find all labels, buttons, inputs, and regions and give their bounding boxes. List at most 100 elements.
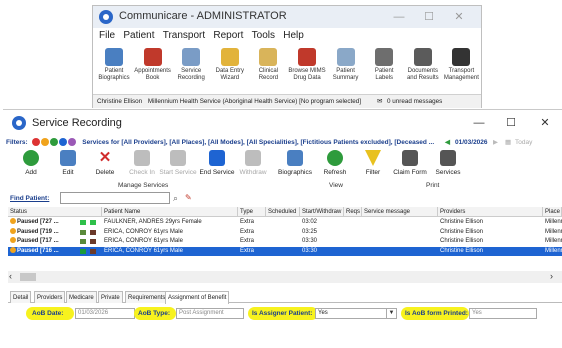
documents-icon (413, 48, 432, 66)
col-providers-cell: Christine Ellison (440, 238, 484, 244)
filter-patients-icon[interactable] (68, 138, 77, 147)
col-providers-header[interactable]: Providers (438, 207, 543, 217)
filter-today[interactable]: Today (515, 137, 532, 149)
car-icon (452, 48, 471, 66)
tab-1[interactable]: Providers (34, 291, 66, 303)
toolbar-button-7[interactable]: Patient Labels (365, 48, 403, 82)
filter-text[interactable]: Services for [All Providers], [All Place… (82, 139, 434, 146)
aob-type-field[interactable]: Post Assignment (176, 308, 244, 319)
table-row[interactable]: Paused [719 ... ERICA, CONROY 61yrs Male E… (8, 227, 562, 237)
aob-date-field[interactable]: 01/03/2026 (75, 308, 135, 319)
toolbar-button-1[interactable]: Appointments Book (134, 48, 172, 82)
minimize-icon[interactable]: — (389, 9, 409, 25)
find-patient-input[interactable] (60, 192, 170, 204)
printed-field[interactable]: Yes (469, 308, 537, 319)
menu-report[interactable]: Report (213, 30, 243, 41)
toolbar-button-9[interactable]: Transport Management (442, 48, 480, 82)
sr-toolbar-11[interactable]: Services (426, 150, 470, 176)
tab-3[interactable]: Private (98, 291, 123, 303)
filter-specialities-icon[interactable] (59, 138, 68, 147)
tab-0[interactable]: Detail (10, 291, 32, 303)
chevron-down-icon[interactable]: ▼ (386, 309, 396, 318)
group-print: Print (426, 182, 440, 189)
table-row[interactable]: Paused [716 ... ERICA, CONROY 61yrs Male E… (8, 246, 562, 256)
maximize-icon[interactable]: ☐ (419, 9, 439, 25)
horizontal-scrollbar[interactable]: ‹ › (8, 271, 562, 283)
sr-toolbar-7[interactable]: Biographics (273, 150, 317, 176)
col-patient-name-header[interactable]: Patient Name (102, 207, 238, 217)
prev-date-icon[interactable]: ◀ (445, 137, 450, 149)
col-start-withdraw-header[interactable]: Start/Withdraw (300, 207, 344, 217)
sr-close-icon[interactable]: ✕ (535, 115, 555, 131)
tab-5[interactable]: Assignment of Benefit (165, 291, 230, 304)
paused-icon (10, 237, 16, 244)
filter-modes-icon[interactable] (50, 138, 59, 147)
delete-icon: ✕ (98, 149, 112, 166)
col-place-header[interactable]: Place at (543, 207, 562, 217)
scroll-right-icon[interactable]: › (550, 271, 553, 281)
tab-2[interactable]: Medicare (66, 291, 97, 303)
clear-icon[interactable]: ✎ (185, 193, 192, 202)
menu-tools[interactable]: Tools (252, 30, 275, 41)
table-row[interactable]: Paused [727 ... FAULKNER, ANDRES 29yrs Fe… (8, 218, 562, 227)
sr-maximize-icon[interactable]: ☐ (501, 115, 521, 131)
col-scheduled-cell (266, 237, 300, 246)
col-reqs-header[interactable]: Reqs (344, 207, 362, 217)
status-unread[interactable]: 0 unread messages (387, 95, 442, 109)
col-service-message-header[interactable]: Service message (362, 207, 438, 217)
service-recording-toolbar: Add Edit ✕ Delete Check In Start Service End S… (3, 150, 562, 186)
filter-date[interactable]: 01/03/2026 (455, 137, 488, 149)
toolbar-button-8[interactable]: Documents and Results (404, 48, 442, 82)
toolbar-button-4[interactable]: Clinical Record (249, 48, 287, 82)
scroll-left-icon[interactable]: ‹ (9, 271, 12, 281)
filter-places-icon[interactable] (41, 138, 50, 147)
toolbar-button-label: Data Entry Wizard (215, 68, 244, 81)
col-type-cell: Extra (240, 219, 255, 225)
search-icon[interactable]: ⌕ (173, 193, 178, 204)
menu-help[interactable]: Help (283, 30, 304, 41)
next-date-icon[interactable]: ▶ (493, 137, 498, 149)
col-service-message-cell (362, 228, 438, 237)
menu-patient[interactable]: Patient (123, 30, 154, 41)
toolbar-button-0[interactable]: Patient Biographics (95, 48, 133, 82)
sr-minimize-icon[interactable]: — (469, 115, 489, 131)
col-type-header[interactable]: Type (238, 207, 266, 217)
tab-4[interactable]: Requirements (125, 291, 169, 303)
toolbar-button-2[interactable]: Service Recording (172, 48, 210, 82)
find-patient-label: Find Patient: (10, 195, 50, 202)
toolbar-button-label: Clinical Record (258, 68, 279, 81)
communicare-menu-bar: File Patient Transport Report Tools Help (93, 30, 481, 44)
col-status-header[interactable]: Status (8, 207, 102, 217)
toolbar-button-6[interactable]: Patient Summary (327, 48, 365, 82)
scroll-thumb[interactable] (20, 273, 36, 281)
paused-icon (10, 246, 16, 253)
aob-type-label: AoB Type: (138, 310, 171, 317)
calendar-icon[interactable]: ▦ (505, 137, 511, 149)
filter-bar: Filters: Services for [All Providers], [… (3, 137, 562, 149)
toolbar-button-5[interactable]: Browse MIMS Drug Data (288, 48, 326, 82)
status-user: Christine Ellison (97, 98, 143, 105)
group-view: View (329, 182, 343, 189)
menu-file[interactable]: File (99, 30, 115, 41)
assigner-select[interactable]: Yes ▼ (315, 308, 397, 319)
row-flag-icon (90, 239, 96, 244)
start-service-icon (170, 150, 186, 166)
col-type-cell: Extra (240, 228, 255, 235)
claim-form-icon (402, 150, 418, 166)
sr-toolbar-label: Biographics (278, 169, 312, 176)
col-start-withdraw-cell: 03:02 (302, 219, 318, 225)
toolbar-button-3[interactable]: Data Entry Wizard (211, 48, 249, 82)
filter-icon (365, 150, 381, 166)
table-row[interactable]: Paused [717 ... ERICA, CONROY 61yrs Male E… (8, 237, 562, 246)
aob-date-label: AoB Date: (32, 310, 64, 317)
col-reqs-cell (344, 218, 362, 227)
biographics-icon (287, 150, 303, 166)
messages-icon[interactable]: ✉ (377, 95, 382, 109)
menu-transport[interactable]: Transport (163, 30, 205, 41)
close-icon[interactable]: ✕ (449, 9, 469, 25)
communicare-title: Communicare - ADMINISTRATOR (119, 10, 287, 22)
row-flag-icon (90, 220, 96, 225)
filter-providers-icon[interactable] (32, 138, 41, 147)
col-scheduled-header[interactable]: Scheduled (266, 207, 300, 217)
withdraw-icon (245, 150, 261, 166)
